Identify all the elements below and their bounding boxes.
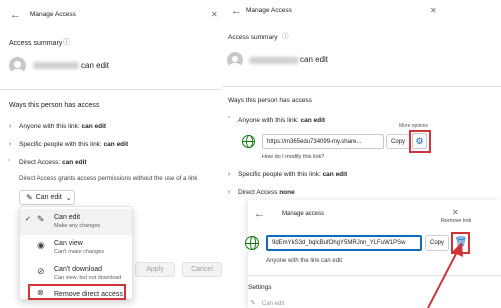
close-icon[interactable]: ✕ bbox=[452, 209, 459, 217]
menu-item-description: Can view, but not download bbox=[54, 275, 122, 281]
divider bbox=[222, 86, 501, 87]
specific-value: can edit bbox=[322, 171, 348, 178]
close-icon[interactable]: ✕ bbox=[211, 11, 218, 19]
direct-value: can edit bbox=[62, 159, 87, 166]
close-icon[interactable]: ✕ bbox=[430, 7, 437, 15]
info-icon[interactable]: ⓘ bbox=[63, 39, 70, 46]
back-arrow-icon[interactable]: ← bbox=[10, 10, 21, 21]
chevron-right-icon[interactable]: › bbox=[228, 189, 230, 196]
specific-prefix: Specific people with this link: bbox=[19, 141, 102, 148]
checkmark-icon: ✓ bbox=[25, 216, 31, 223]
chevron-right-icon[interactable]: › bbox=[9, 141, 11, 148]
direct-value: none bbox=[279, 189, 295, 196]
chevron-down-icon[interactable]: ˇ bbox=[228, 117, 230, 124]
anyone-prefix: Anyone with this link: bbox=[238, 117, 299, 124]
menu-item-description: Make any changes bbox=[54, 223, 101, 229]
cancel-button[interactable]: Cancel bbox=[182, 262, 222, 277]
permission-dropdown[interactable]: ✎ Can edit ⌄ bbox=[19, 190, 75, 205]
link-value-text: 9dEmYkS3d_bqlcBufOhgY5MRJnn_YLFuW1PSw bbox=[272, 240, 406, 246]
specific-prefix: Specific people with this link: bbox=[238, 171, 321, 178]
copy-label: Copy bbox=[390, 138, 405, 145]
direct-access-row[interactable]: Direct Access none bbox=[238, 189, 295, 197]
globe-icon bbox=[245, 236, 259, 250]
chevron-down-icon[interactable]: ˇ bbox=[8, 160, 10, 167]
user-permission-text: can edit bbox=[81, 61, 110, 70]
left-manage-access-panel: ← Manage Access ✕ Access summary ⓘ can e… bbox=[0, 0, 226, 308]
avatar bbox=[9, 57, 26, 74]
annotation-highlight-box bbox=[28, 284, 126, 300]
apply-label: Apply bbox=[146, 266, 164, 273]
back-arrow-icon[interactable]: ← bbox=[254, 209, 265, 220]
redacted-user-name bbox=[249, 57, 299, 64]
cancel-label: Cancel bbox=[191, 266, 213, 273]
redacted-user-name bbox=[33, 62, 79, 69]
more-options-tooltip: More options bbox=[399, 123, 428, 129]
pencil-icon: ✎ bbox=[250, 300, 256, 307]
specific-people-row[interactable]: Specific people with this link: can edit bbox=[19, 141, 129, 149]
menu-item-label: Can view bbox=[54, 240, 83, 247]
link-url-text: https://m365edu734099-my.share... bbox=[267, 138, 362, 145]
direct-access-description: Direct Access grants access permissions … bbox=[19, 175, 198, 182]
specific-value: can edit bbox=[103, 141, 129, 148]
ways-heading: Ways this person has access bbox=[9, 102, 100, 109]
direct-access-row[interactable]: Direct Access: can edit bbox=[19, 159, 87, 167]
divider bbox=[0, 89, 226, 90]
annotation-highlight-box bbox=[409, 130, 431, 153]
anyone-link-description: Anyone with the link can edit bbox=[266, 258, 343, 264]
pencil-icon: ✎ bbox=[37, 214, 45, 224]
chevron-down-icon: ⌄ bbox=[65, 194, 72, 202]
menu-item-can-view[interactable]: ◉ Can view Can't make changes bbox=[20, 235, 132, 261]
apply-button[interactable]: Apply bbox=[135, 262, 175, 277]
chevron-right-icon[interactable]: › bbox=[228, 171, 230, 178]
ways-heading: Ways this person has access bbox=[228, 97, 312, 104]
panel-title: Manage Access bbox=[246, 7, 292, 14]
globe-icon bbox=[242, 135, 255, 148]
access-summary-label: Access summary bbox=[228, 34, 278, 41]
eye-icon: ◉ bbox=[37, 240, 45, 250]
anyone-value: can edit bbox=[81, 123, 107, 130]
back-arrow-icon[interactable]: ← bbox=[231, 6, 242, 17]
direct-prefix: Direct Access bbox=[238, 189, 278, 196]
modify-link-help[interactable]: How do I modify this link? bbox=[262, 154, 324, 161]
panel-title: Manage Access bbox=[30, 11, 76, 18]
direct-prefix: Direct Access: bbox=[19, 159, 61, 166]
access-summary-label: Access summary bbox=[9, 40, 63, 47]
menu-item-label: Can't download bbox=[54, 266, 103, 273]
anyone-prefix: Anyone with this link: bbox=[19, 123, 80, 130]
avatar bbox=[227, 52, 243, 68]
user-permission-text: can edit bbox=[300, 55, 329, 64]
copy-link-button[interactable]: Copy bbox=[386, 134, 410, 149]
menu-item-description: Can't make changes bbox=[54, 249, 104, 255]
anyone-link-row[interactable]: Anyone with this link: can edit bbox=[19, 123, 107, 131]
menu-item-label: Can edit bbox=[54, 214, 81, 221]
info-icon[interactable]: ⓘ bbox=[282, 33, 289, 41]
pencil-icon: ✎ bbox=[26, 193, 33, 202]
right-manage-access-panel: ← Manage Access ✕ Access summary ⓘ can e… bbox=[222, 0, 501, 308]
link-value-field[interactable]: 9dEmYkS3d_bqlcBufOhgY5MRJnn_YLFuW1PSw bbox=[266, 235, 422, 251]
remove-link-tooltip: Remove link bbox=[441, 218, 472, 224]
inner-panel-title: Manage access bbox=[282, 211, 325, 217]
settings-can-edit[interactable]: Can edit bbox=[262, 301, 284, 307]
dropdown-label: Can edit bbox=[35, 194, 62, 201]
specific-people-row[interactable]: Specific people with this link: can edit bbox=[238, 171, 348, 179]
settings-heading: Settings bbox=[248, 284, 272, 291]
menu-item-can-edit[interactable]: ✓ ✎ Can edit Make any changes bbox=[20, 209, 132, 235]
no-download-icon: ⊘ bbox=[37, 266, 45, 276]
chevron-right-icon[interactable]: › bbox=[9, 123, 11, 130]
link-url-field[interactable]: https://m365edu734099-my.share... bbox=[262, 134, 384, 149]
annotation-arrow bbox=[427, 242, 463, 308]
anyone-link-row[interactable]: Anyone with this link: can edit bbox=[238, 117, 326, 125]
anyone-value: can edit bbox=[300, 117, 326, 124]
